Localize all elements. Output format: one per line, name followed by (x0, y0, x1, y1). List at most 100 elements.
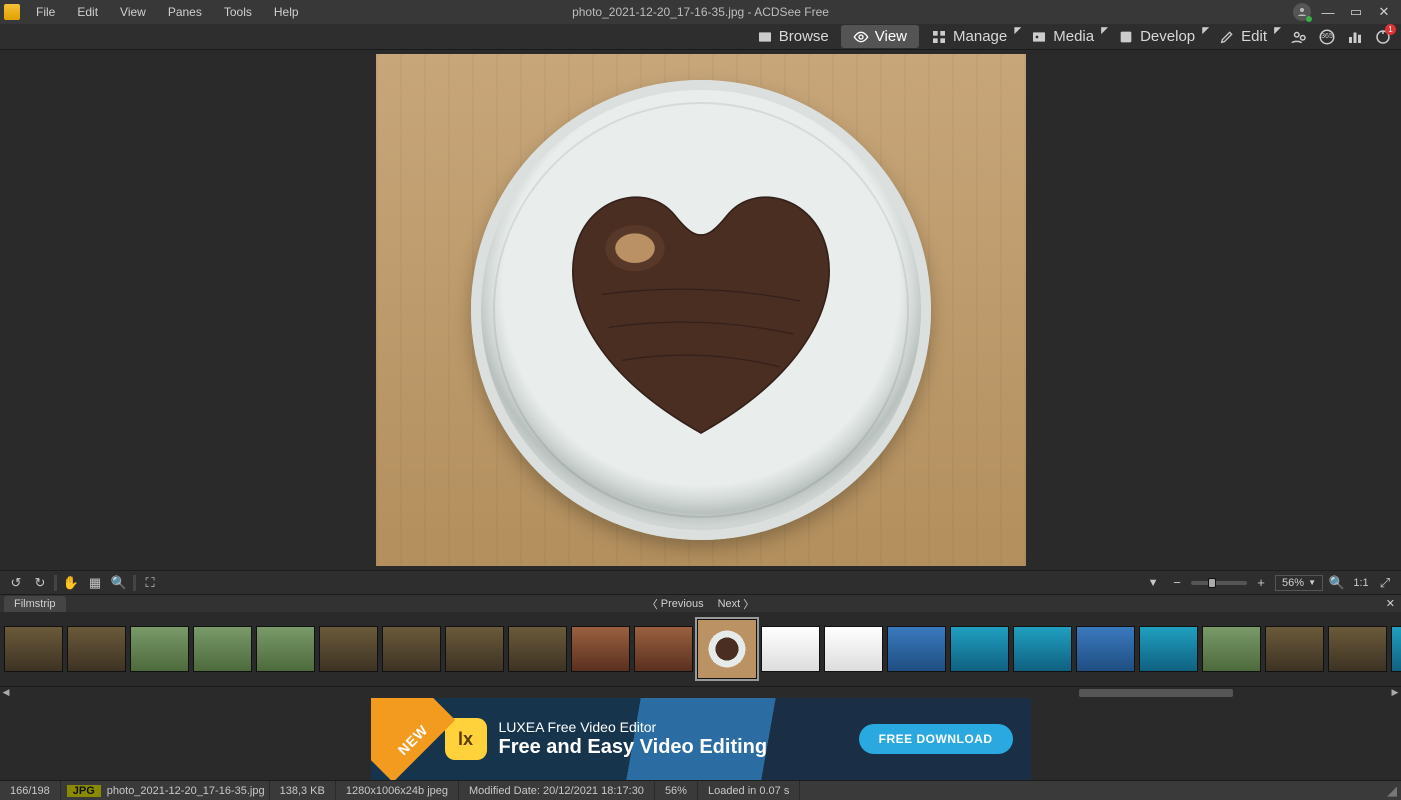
filmstrip-header: Filmstrip 〈 Previous Next 〉 ✕ (0, 594, 1401, 612)
status-dimensions: 1280x1006x24b jpeg (336, 781, 459, 800)
image-viewer[interactable] (0, 50, 1401, 570)
scrollbar-thumb[interactable] (1079, 689, 1233, 697)
thumbnail[interactable] (1202, 626, 1261, 672)
plate-illustration (471, 80, 931, 540)
next-label: Next (718, 598, 741, 610)
close-button[interactable]: ✕ (1373, 4, 1395, 20)
ad-cta-button[interactable]: FREE DOWNLOAD (859, 724, 1013, 754)
thumbnail[interactable] (508, 626, 567, 672)
thumbnail[interactable] (1265, 626, 1324, 672)
zoom-out-icon[interactable]: − (1167, 575, 1187, 590)
advertisement-banner[interactable]: NEW lx LUXEA Free Video Editor Free and … (0, 698, 1401, 780)
next-button[interactable]: Next 〉 (718, 596, 755, 612)
previous-label: Previous (661, 598, 704, 610)
menu-view[interactable]: View (110, 1, 156, 23)
scroll-right-icon[interactable]: ▶ (1389, 687, 1401, 698)
status-bar: 166/198 JPG photo_2021-12-20_17-16-35.jp… (0, 780, 1401, 800)
maximize-button[interactable]: ▭ (1345, 4, 1367, 20)
filmstrip-close-icon[interactable]: ✕ (1386, 597, 1395, 610)
thumbnail[interactable] (824, 626, 883, 672)
status-ext-badge: JPG (67, 785, 101, 797)
status-filetype: JPG photo_2021-12-20_17-16-35.jpg (61, 781, 270, 800)
thumbnail[interactable] (634, 626, 693, 672)
account-avatar-icon[interactable] (1293, 3, 1311, 21)
thumbnail[interactable] (130, 626, 189, 672)
zoom-slider[interactable]: − + (1167, 575, 1271, 590)
mode-develop[interactable]: Develop ◤ (1106, 25, 1207, 48)
menu-edit[interactable]: Edit (67, 1, 108, 23)
notifications-icon[interactable]: 1 (1373, 27, 1393, 47)
menu-help[interactable]: Help (264, 1, 309, 23)
filter-dropdown-icon[interactable]: ▼ (1143, 577, 1163, 589)
filmstrip-scrollbar[interactable]: ◀ ▶ (0, 686, 1401, 698)
thumbnail[interactable] (382, 626, 441, 672)
mode-browse-label: Browse (779, 28, 829, 45)
thumbnail[interactable] (1076, 626, 1135, 672)
status-index: 166/198 (0, 781, 61, 800)
mode-manage-label: Manage (953, 28, 1007, 45)
status-filename: photo_2021-12-20_17-16-35.jpg (107, 785, 265, 797)
zoom-level-value: 56% (1282, 577, 1304, 589)
chevron-down-icon[interactable]: ◤ (1274, 25, 1281, 36)
app-icon (4, 4, 20, 20)
mode-view[interactable]: View (841, 25, 919, 48)
chevron-down-icon[interactable]: ▼ (1308, 578, 1316, 587)
pan-icon[interactable]: ✋ (61, 575, 81, 591)
thumbnail[interactable] (67, 626, 126, 672)
menu-tools[interactable]: Tools (214, 1, 262, 23)
zoom-in-icon[interactable]: + (1251, 575, 1271, 590)
displayed-photo (376, 54, 1026, 566)
title-bar: File Edit View Panes Tools Help photo_20… (0, 0, 1401, 24)
rotate-cw-icon[interactable]: ↻ (30, 575, 50, 591)
previous-button[interactable]: 〈 Previous (647, 596, 704, 612)
zoom-actual-icon[interactable]: 🔍 (1327, 575, 1347, 591)
select-icon[interactable]: ▦ (85, 575, 105, 591)
thumbnail[interactable] (193, 626, 252, 672)
zoom-level-dropdown[interactable]: 56% ▼ (1275, 575, 1323, 591)
one-to-one-button[interactable]: 1:1 (1351, 577, 1371, 589)
mode-media[interactable]: Media ◤ (1019, 25, 1106, 48)
thumbnail[interactable] (1013, 626, 1072, 672)
menu-file[interactable]: File (26, 1, 65, 23)
filmstrip-tab[interactable]: Filmstrip (4, 596, 66, 612)
thumbnail[interactable] (1328, 626, 1387, 672)
mode-edit[interactable]: Edit ◤ (1207, 25, 1279, 48)
zoom-tool-icon[interactable]: 🔍 (109, 575, 129, 591)
rotate-ccw-icon[interactable]: ↺ (6, 575, 26, 591)
365-icon[interactable]: 365 (1317, 27, 1337, 47)
scroll-left-icon[interactable]: ◀ (0, 687, 12, 698)
filmstrip[interactable] (0, 612, 1401, 686)
mode-browse[interactable]: Browse (745, 25, 841, 48)
mode-media-label: Media (1053, 28, 1094, 45)
thumbnail[interactable] (319, 626, 378, 672)
thumbnail[interactable] (445, 626, 504, 672)
status-loadtime: Loaded in 0.07 s (698, 781, 800, 800)
separator (54, 575, 57, 591)
mode-edit-label: Edit (1241, 28, 1267, 45)
thumbnail[interactable] (1139, 626, 1198, 672)
ad-headline-2: Free and Easy Video Editing (499, 735, 768, 759)
thumbnail[interactable] (950, 626, 1009, 672)
thumbnail-selected[interactable] (697, 619, 757, 679)
menu-panes[interactable]: Panes (158, 1, 212, 23)
status-zoom: 56% (655, 781, 698, 800)
viewer-toolbar: ↺ ↻ ✋ ▦ 🔍 ⛶ ▼ − + 56% ▼ 🔍 1:1 ⤢ (0, 570, 1401, 594)
separator (133, 575, 136, 591)
fit-icon[interactable]: ⤢ (1375, 575, 1395, 591)
thumbnail[interactable] (256, 626, 315, 672)
resize-grip-icon[interactable]: ◢ (1387, 783, 1401, 799)
chocolate-heart-illustration (536, 136, 866, 466)
stats-icon[interactable] (1345, 27, 1365, 47)
mode-manage[interactable]: Manage ◤ (919, 25, 1019, 48)
community-icon[interactable] (1289, 27, 1309, 47)
thumbnail[interactable] (1391, 626, 1401, 672)
thumbnail[interactable] (4, 626, 63, 672)
ad-headline-1: LUXEA Free Video Editor (499, 719, 768, 736)
thumbnail[interactable] (761, 626, 820, 672)
ad-new-badge: NEW (371, 698, 455, 780)
thumbnail[interactable] (571, 626, 630, 672)
fullscreen-icon[interactable]: ⛶ (140, 575, 160, 591)
thumbnail[interactable] (887, 626, 946, 672)
status-modified: Modified Date: 20/12/2021 18:17:30 (459, 781, 655, 800)
minimize-button[interactable]: ― (1317, 5, 1339, 20)
